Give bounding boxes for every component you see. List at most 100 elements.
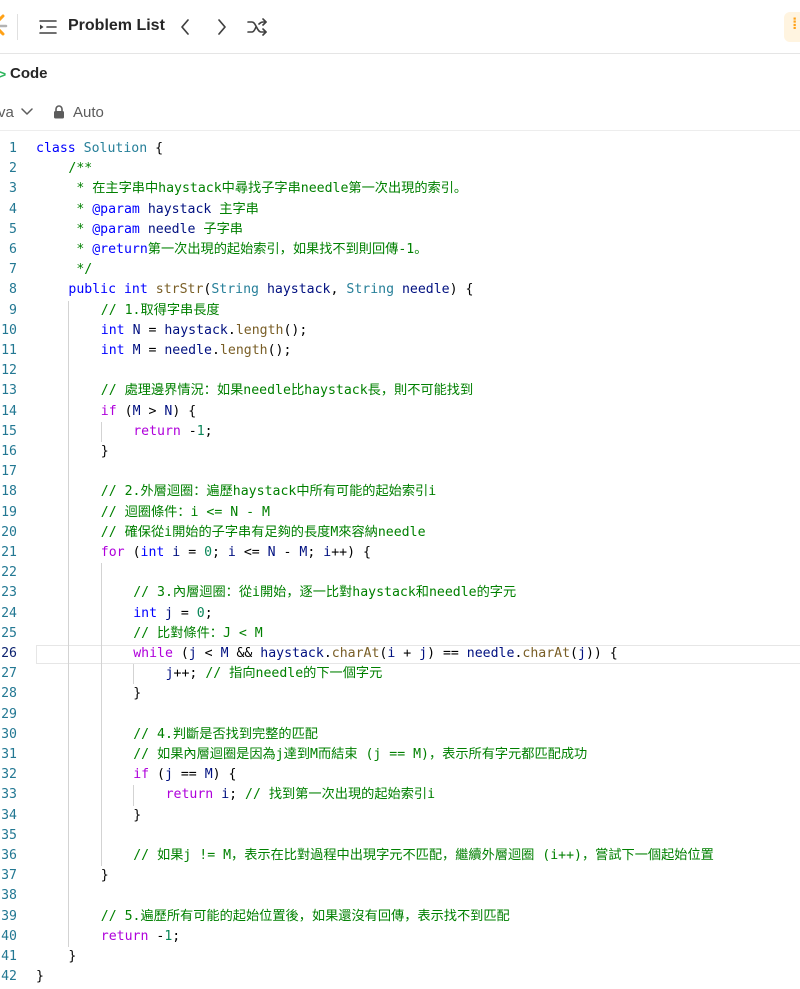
- line-number: 19: [1, 504, 17, 520]
- code-line[interactable]: 38: [0, 886, 800, 906]
- code-line[interactable]: 22: [0, 563, 800, 583]
- top-nav-bar: Problem List ⁞: [0, 0, 800, 54]
- code-line-text: // 處理邊界情況：如果needle比haystack長，則不可能找到: [101, 381, 473, 401]
- problem-list-button[interactable]: Problem List: [68, 17, 165, 35]
- code-line[interactable]: 4 * @param haystack 主字串: [0, 200, 800, 220]
- code-token: // 指向needle的下一個字元: [205, 666, 383, 682]
- next-problem-button[interactable]: [211, 16, 233, 38]
- code-token: =: [140, 322, 165, 338]
- code-token: 主字串: [211, 201, 259, 217]
- code-line[interactable]: 16}: [0, 442, 800, 462]
- code-line[interactable]: 8 public int strStr(String haystack, Stri…: [0, 280, 800, 300]
- code-line[interactable]: 24 int j = 0;: [0, 604, 800, 624]
- code-line[interactable]: 26 while (j < M && haystack.charAt(i + j)…: [0, 644, 800, 664]
- code-token: j: [188, 646, 197, 661]
- code-token: -: [180, 423, 197, 439]
- premium-button[interactable]: ⁞: [784, 12, 800, 42]
- code-line[interactable]: 29: [0, 705, 800, 725]
- code-line-text: j++; // 指向needle的下一個字元: [166, 664, 383, 684]
- code-line-text: int N = haystack.length();: [101, 321, 308, 341]
- code-line[interactable]: 35: [0, 826, 800, 846]
- code-line-text: /**: [68, 159, 92, 179]
- code-line[interactable]: 40 return -1;: [0, 927, 800, 947]
- code-line[interactable]: 1 class Solution {: [0, 139, 800, 159]
- code-line[interactable]: 39 // 5.遍歷所有可能的起始位置後，如果還沒有回傳，表示找不到匹配: [0, 907, 800, 927]
- code-token: }: [133, 807, 142, 823]
- leetcode-logo-icon[interactable]: [0, 13, 8, 39]
- code-line[interactable]: 2 /**: [0, 159, 800, 179]
- code-line[interactable]: 12: [0, 361, 800, 381]
- code-line[interactable]: 25 // 比對條件：J < M: [0, 624, 800, 644]
- code-token: ;: [307, 545, 324, 560]
- code-token: int: [100, 322, 125, 338]
- code-line[interactable]: 9 // 1.取得字串長度: [0, 301, 800, 321]
- code-line[interactable]: 21 for (int i = 0; i <= N - M; i++) {: [0, 543, 800, 563]
- code-line[interactable]: 3 * 在主字串中haystack中尋找子字串needle第一次出現的索引。: [0, 179, 800, 199]
- code-token: (: [172, 646, 189, 661]
- line-number: 42: [1, 969, 17, 985]
- code-token: =: [172, 605, 197, 621]
- code-line[interactable]: 33 return i; // 找到第一次出現的起始索引i: [0, 785, 800, 805]
- code-line[interactable]: 13 // 處理邊界情況：如果needle比haystack長，則不可能找到: [0, 381, 800, 401]
- chevron-down-icon[interactable]: [21, 108, 33, 116]
- code-editor[interactable]: 1 class Solution {2/** 3 * 在主字串中haystack中尋…: [0, 139, 800, 989]
- code-line-text: // 如果內層迴圈是因為j達到M而結束 (j == M)，表示所有字元都匹配成功: [133, 745, 587, 765]
- code-line-text: return -1;: [133, 422, 212, 442]
- line-number: 36: [1, 848, 17, 863]
- code-line[interactable]: 36 // 如果j != M，表示在比對過程中出現字元不匹配，繼續外層迴圈 (i+…: [0, 846, 800, 866]
- code-line[interactable]: 27 j++; // 指向needle的下一個字元: [0, 664, 800, 684]
- code-line[interactable]: 37}: [0, 866, 800, 886]
- code-line[interactable]: 23 // 3.內層迴圈：從i開始，逐一比對haystack和needle的字元: [0, 583, 800, 603]
- code-token: 0: [204, 545, 213, 560]
- code-line[interactable]: 34}: [0, 806, 800, 826]
- code-token: // 找到第一次出現的起始索引i: [245, 787, 436, 803]
- code-token: j: [164, 605, 173, 621]
- code-line[interactable]: 14 if (M > N) {: [0, 402, 800, 422]
- line-number: 28: [1, 686, 17, 702]
- code-panel-header: [0, 55, 800, 95]
- code-line[interactable]: 10 int N = haystack.length();: [0, 321, 800, 341]
- code-line-text: public int strStr(String haystack, Strin…: [68, 280, 473, 300]
- indent-guide: [100, 421, 102, 442]
- line-number: 21: [1, 545, 17, 560]
- line-number: 24: [1, 605, 17, 621]
- code-token: (: [124, 545, 141, 560]
- code-line-text: }: [101, 866, 109, 886]
- line-number: 1: [9, 141, 17, 156]
- code-token: @param: [92, 221, 140, 237]
- code-token: ) {: [172, 403, 197, 419]
- code-line[interactable]: 19 // 迴圈條件：i <= N - M: [0, 503, 800, 523]
- code-line[interactable]: 15 return -1;: [0, 422, 800, 442]
- code-line[interactable]: 7 */: [0, 260, 800, 280]
- code-line[interactable]: 30 // 4.判斷是否找到完整的匹配: [0, 725, 800, 745]
- code-line[interactable]: 42}: [0, 967, 800, 987]
- code-token: public: [68, 282, 117, 298]
- line-number: 30: [1, 726, 17, 742]
- code-line-text: }: [101, 442, 109, 462]
- code-line[interactable]: 28}: [0, 684, 800, 704]
- random-problem-button[interactable]: [247, 16, 269, 38]
- previous-problem-button[interactable]: [174, 16, 196, 38]
- code-line[interactable]: 20 // 確保從i開始的子字串有足夠的長度M來容納needle: [0, 523, 800, 543]
- auto-mode-label[interactable]: Auto: [73, 104, 104, 121]
- code-line[interactable]: 11 int M = needle.length();: [0, 341, 800, 361]
- code-panel-title[interactable]: Code: [10, 65, 48, 82]
- code-line[interactable]: 41}: [0, 947, 800, 967]
- code-token: int: [133, 605, 158, 621]
- code-line[interactable]: 17: [0, 462, 800, 482]
- language-selector[interactable]: va: [0, 104, 14, 121]
- code-line[interactable]: 31 // 如果內層迴圈是因為j達到M而結束 (j == M)，表示所有字元都匹配…: [0, 745, 800, 765]
- problem-list-icon[interactable]: [38, 18, 58, 36]
- line-number: 20: [1, 524, 17, 540]
- code-token: */: [68, 262, 93, 278]
- code-line[interactable]: 5 * @param needle 子字串: [0, 220, 800, 240]
- code-line[interactable]: 32 if (j == M) {: [0, 765, 800, 785]
- code-token: 第一次出現的起始索引，如果找不到則回傳-1。: [147, 242, 428, 257]
- code-line[interactable]: 18 // 2.外層迴圈：遍歷haystack中所有可能的起始索引i: [0, 482, 800, 502]
- code-line-text: return -1;: [101, 927, 180, 947]
- code-token: M: [132, 403, 141, 419]
- code-line[interactable]: 6 * @return第一次出現的起始索引，如果找不到則回傳-1。: [0, 240, 800, 260]
- code-token: /**: [68, 161, 93, 177]
